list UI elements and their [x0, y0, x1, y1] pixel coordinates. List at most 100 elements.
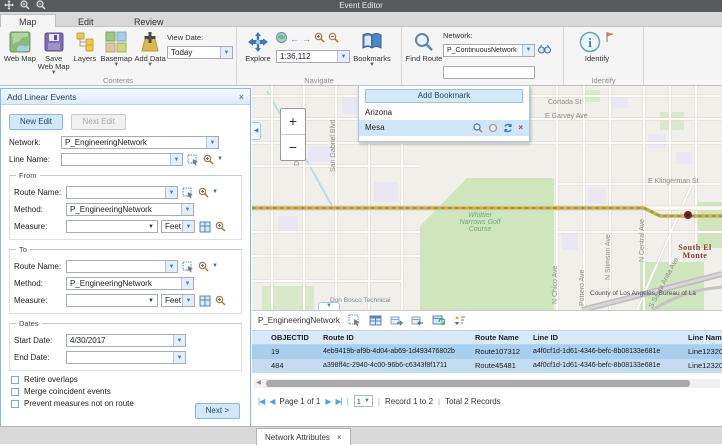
street-label: San Gabriel Blvd	[330, 119, 337, 172]
next-edit-button[interactable]: Next Edit	[71, 114, 125, 130]
switch-selection-icon[interactable]	[390, 314, 403, 327]
retire-overlaps-checkbox[interactable]	[11, 376, 19, 384]
table-horizontal-scrollbar[interactable]: ◀	[254, 379, 720, 388]
network-field-select[interactable]: P_EngineeringNetwork ▼	[61, 136, 219, 149]
bookmark-item-arizona[interactable]: Arizona	[359, 106, 529, 120]
first-page-icon[interactable]: |◀	[258, 397, 264, 406]
identify-icon: i	[579, 31, 601, 53]
to-measure-input[interactable]: ▼	[66, 294, 158, 307]
basemap-caret-icon: ▼	[113, 63, 119, 68]
bookmark-item-mesa[interactable]: Mesa ×	[359, 120, 529, 136]
last-page-icon[interactable]: ▶|	[335, 397, 341, 406]
from-unit-select[interactable]: Feet▼	[161, 220, 195, 233]
delete-bookmark-icon[interactable]: ×	[518, 123, 523, 133]
col-header-route-name[interactable]: Route Name	[475, 331, 531, 345]
col-header-line-name[interactable]: Line Name	[688, 331, 722, 345]
to-select-route-icon[interactable]	[182, 261, 194, 273]
page-text: Page 1 of 1	[279, 397, 320, 406]
merge-coincident-option[interactable]: Merge coincident events	[9, 387, 242, 396]
scroll-left-arrow-icon[interactable]: ◀	[254, 379, 263, 388]
panel-collapse-arrow[interactable]: ◀	[252, 122, 261, 140]
to-measure-table-icon[interactable]	[199, 295, 211, 307]
route-input[interactable]	[443, 66, 535, 79]
new-edit-button[interactable]: New Edit	[9, 114, 63, 130]
table-row[interactable]: 19 4eb9419b-af9b-4d04-ab69-1d493476802b …	[252, 345, 722, 359]
zoom-in-icon[interactable]	[314, 30, 325, 48]
web-map-button[interactable]: Web Map	[3, 29, 37, 63]
explore-icon	[247, 31, 269, 53]
table-row[interactable]: 484 a398ff4c-2940-4c00-96b6-c6343f8f1711…	[252, 359, 722, 373]
from-measure-input[interactable]: ▼	[66, 220, 158, 233]
col-header-route-id[interactable]: Route ID	[323, 331, 473, 345]
network-label: Network:	[443, 31, 551, 40]
start-date-select[interactable]: 4/30/2017▼	[66, 334, 186, 347]
from-measure-table-icon[interactable]	[199, 221, 211, 233]
find-route-button[interactable]: Find Route	[405, 29, 443, 63]
add-bookmark-button[interactable]: Add Bookmark	[365, 89, 523, 103]
pan-to-bookmark-icon[interactable]	[488, 123, 498, 133]
tab-network-attributes[interactable]: Network Attributes ×	[256, 428, 351, 445]
to-zoom-caret-icon[interactable]: ▼	[212, 264, 218, 269]
map-zoom-in-button[interactable]: +	[281, 109, 305, 134]
merge-coincident-checkbox[interactable]	[11, 388, 19, 396]
map-zoom-out-button[interactable]: −	[281, 135, 305, 160]
dates-group: Dates Start Date: 4/30/2017▼ End Date: ▼	[9, 323, 242, 371]
line-name-select[interactable]: ▼	[61, 153, 183, 166]
refresh-table-icon[interactable]	[432, 314, 445, 327]
line-zoom-icon[interactable]	[203, 154, 215, 165]
select-line-on-map-icon[interactable]	[187, 154, 199, 166]
golf-course-label: Whittier Narrows Golf Course	[458, 212, 502, 233]
from-measure-label: Measure:	[14, 222, 66, 231]
col-header-objectid[interactable]: OBJECTID	[271, 331, 321, 345]
map-scale-select[interactable]: 1:36,112 ▼	[276, 50, 350, 63]
next-page-icon[interactable]: ▶	[325, 397, 330, 406]
update-bookmark-icon[interactable]	[503, 123, 513, 133]
end-date-select[interactable]: ▼	[66, 351, 186, 364]
save-web-map-button[interactable]: Save Web Map ▼	[37, 29, 71, 76]
table-pagination: |◀ ◀ Page 1 of 1 ▶ ▶| | 1 ▼ | Record 1 t…	[258, 393, 501, 409]
col-header-line-id[interactable]: Line ID	[533, 331, 686, 345]
panel-close-icon[interactable]: ×	[239, 92, 244, 102]
prev-page-icon[interactable]: ◀	[269, 397, 274, 406]
sort-icon[interactable]	[453, 314, 466, 327]
globe-icon[interactable]	[276, 30, 287, 48]
table-collapse-arrow[interactable]: ▼	[318, 302, 340, 310]
prevent-measures-checkbox[interactable]	[11, 400, 19, 408]
page-select[interactable]: 1 ▼	[354, 395, 373, 407]
from-zoom-caret-icon[interactable]: ▼	[212, 190, 218, 195]
zoom-out-icon[interactable]	[328, 30, 339, 48]
add-data-icon	[139, 31, 161, 53]
to-measure-zoom-icon[interactable]	[215, 295, 227, 306]
from-measure-zoom-icon[interactable]	[215, 221, 227, 232]
from-route-name-select[interactable]: ▼	[66, 186, 178, 199]
bookmarks-button[interactable]: Bookmarks ▼	[350, 29, 394, 68]
explore-button[interactable]: Explore	[240, 29, 276, 63]
to-zoom-icon[interactable]	[198, 261, 210, 272]
forward-arrow-icon[interactable]: →	[302, 34, 311, 44]
zoom-to-bookmark-icon[interactable]	[473, 123, 483, 133]
to-method-select[interactable]: P_EngineeringNetwork▼	[66, 277, 194, 290]
identify-button[interactable]: i Identify	[567, 29, 627, 63]
scrollbar-thumb[interactable]	[266, 380, 690, 387]
next-button[interactable]: Next >	[195, 403, 240, 419]
related-tables-icon[interactable]	[411, 314, 424, 327]
binoculars-icon[interactable]	[538, 41, 551, 59]
show-table-icon[interactable]	[369, 314, 382, 327]
from-zoom-icon[interactable]	[198, 187, 210, 198]
basemap-button[interactable]: Basemap ▼	[99, 29, 133, 68]
back-arrow-icon[interactable]: ←	[290, 34, 299, 44]
layers-button[interactable]: Layers	[71, 29, 100, 63]
to-unit-select[interactable]: Feet▼	[161, 294, 195, 307]
to-route-name-select[interactable]: ▼	[66, 260, 178, 273]
view-date-select[interactable]: Today ▼	[167, 46, 233, 59]
table-options-icon[interactable]	[348, 314, 361, 327]
from-select-route-icon[interactable]	[182, 187, 194, 199]
attribute-table-panel: P_EngineeringNetwork OBJECTID Route ID R…	[252, 310, 722, 426]
network-select[interactable]: P_ContinuousNetwork ▼	[443, 44, 535, 57]
line-zoom-caret-icon[interactable]: ▼	[217, 157, 223, 162]
add-data-button[interactable]: Add Data ▼	[133, 29, 167, 68]
close-tab-icon[interactable]: ×	[337, 433, 342, 442]
to-measure-label: Measure:	[14, 296, 66, 305]
retire-overlaps-option[interactable]: Retire overlaps	[9, 375, 242, 384]
from-method-select[interactable]: P_EngineeringNetwork▼	[66, 203, 194, 216]
